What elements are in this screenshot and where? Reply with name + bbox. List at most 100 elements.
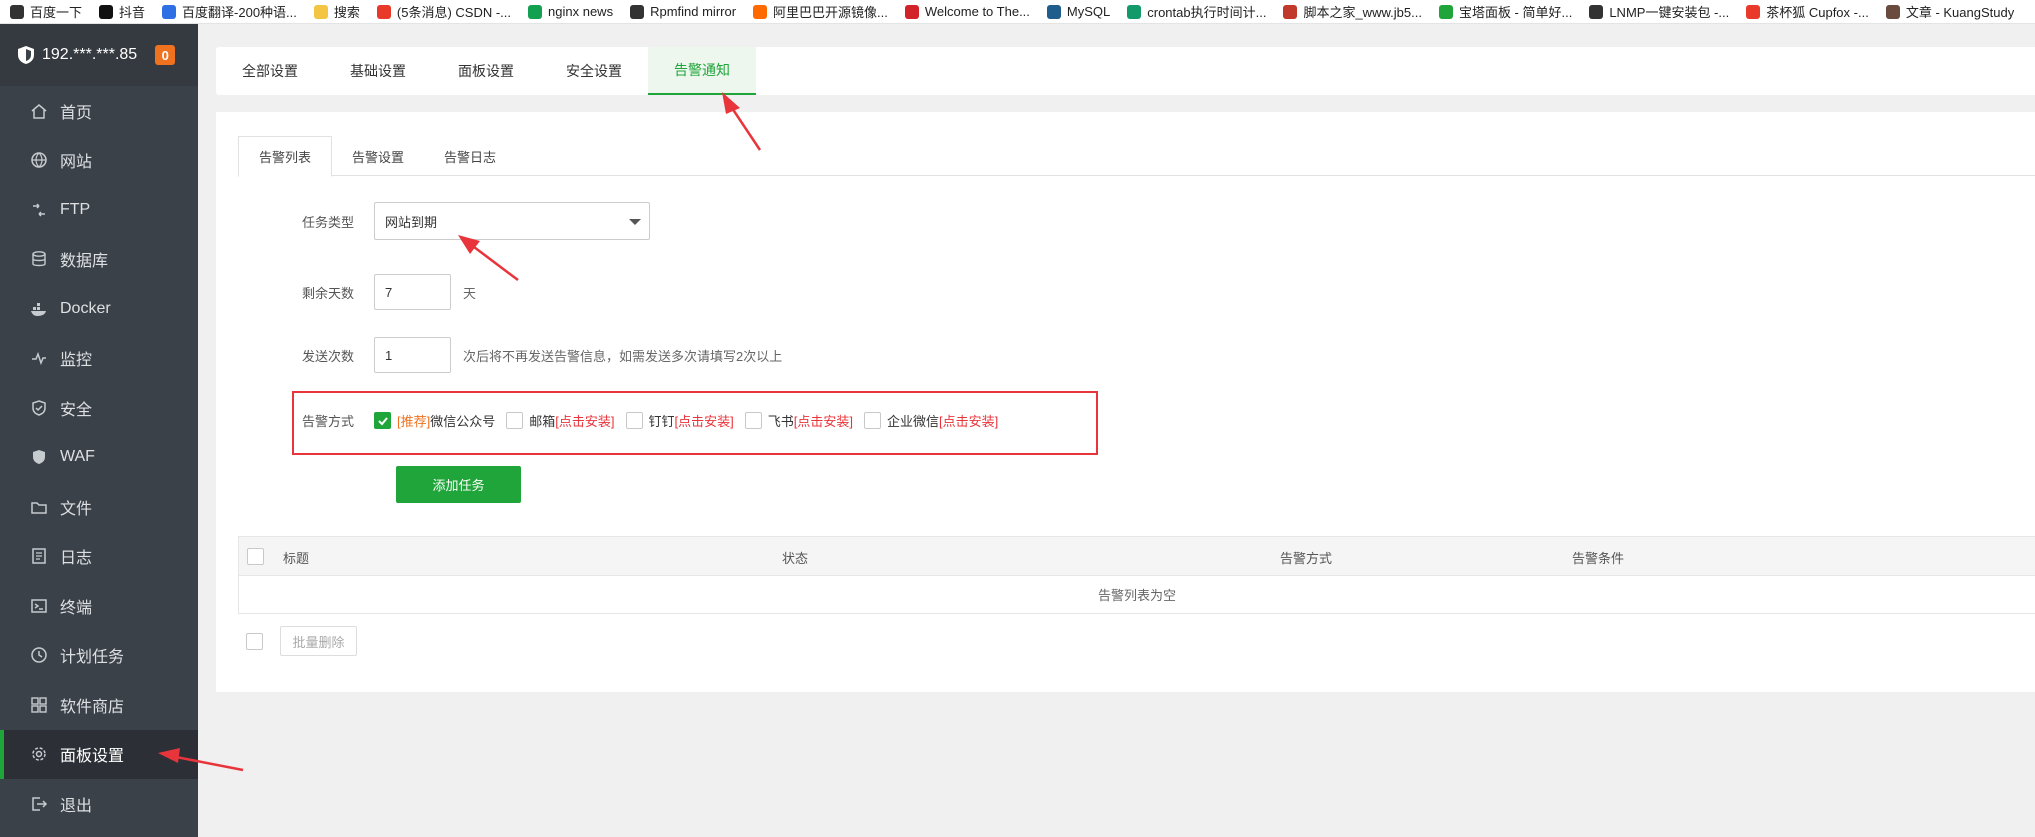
- bookmark-item[interactable]: LNMP一键安装包 -...: [1589, 2, 1729, 21]
- sidebar-item[interactable]: 数据库: [0, 235, 198, 285]
- add-task-button[interactable]: 添加任务: [396, 466, 521, 503]
- days-unit: 天: [463, 285, 477, 301]
- sidebar-item[interactable]: 文件: [0, 482, 198, 532]
- waf-icon: [30, 448, 48, 466]
- bookmark-label: Rpmfind mirror: [650, 4, 737, 19]
- install-link[interactable]: [点击安装]: [939, 411, 998, 430]
- install-link[interactable]: [点击安装]: [555, 411, 614, 430]
- sidebar-item[interactable]: 面板设置: [0, 729, 198, 779]
- bookmark-item[interactable]: 抖音: [99, 2, 145, 21]
- bulk-delete-button[interactable]: 批量删除: [280, 626, 357, 656]
- sidebar-item-label: 监控: [60, 352, 93, 370]
- sidebar-item[interactable]: 软件商店: [0, 680, 198, 730]
- task-type-row: 任务类型 网站到期: [216, 202, 650, 240]
- bookmark-item[interactable]: crontab执行时间计...: [1127, 2, 1266, 21]
- task-type-value: 网站到期: [385, 214, 438, 230]
- settings-tab[interactable]: 面板设置: [432, 47, 540, 95]
- sidebar-item[interactable]: FTP: [0, 185, 198, 235]
- bookmark-item[interactable]: Rpmfind mirror: [630, 4, 736, 19]
- sidebar-item[interactable]: Docker: [0, 284, 198, 334]
- sidebar-item[interactable]: 网站: [0, 136, 198, 186]
- alert-method-checkbox[interactable]: [374, 412, 391, 429]
- alert-method-checkbox[interactable]: [864, 412, 881, 429]
- feather-icon: [904, 4, 919, 19]
- bookmark-item[interactable]: 百度一下: [10, 2, 82, 21]
- server-header[interactable]: 192.***.***.85 0: [0, 24, 198, 86]
- bookmark-item[interactable]: 茶杯狐 Cupfox -...: [1746, 2, 1869, 21]
- bookmark-item[interactable]: 百度翻译-200种语...: [162, 2, 297, 21]
- bookmark-item[interactable]: 搜索: [313, 2, 360, 21]
- settings-tab[interactable]: 基础设置: [324, 47, 432, 95]
- alert-method-option[interactable]: 钉钉 [点击安装]: [625, 411, 734, 430]
- shield-icon: [30, 399, 48, 417]
- days-label: 剩余天数: [301, 285, 354, 301]
- bookmark-label: LNMP一键安装包 -...: [1609, 5, 1730, 20]
- folder-icon: [30, 498, 48, 516]
- cupfox-icon: [1746, 4, 1761, 19]
- sidebar-nav: 首页 网站 FTP 数据库 Docker 监控安全 WAF 文件 日志终端计划任务软件商店面板设…: [0, 86, 198, 829]
- install-link[interactable]: [点击安装]: [794, 411, 853, 430]
- sidebar-item-label: FTP: [60, 200, 91, 218]
- send-count-hint: 次后将不再发送告警信息，如需发送多次请填写2次以上: [463, 348, 783, 364]
- sidebar-item[interactable]: 日志: [0, 532, 198, 582]
- column-title: 标题: [283, 551, 310, 566]
- alert-panel: 告警列表 告警设置 告警日志 任务类型 网站到期 剩余天数 7 天 发送次数 1 次…: [216, 112, 2035, 692]
- select-all-checkbox[interactable]: [247, 548, 264, 565]
- sidebar-item[interactable]: 退出: [0, 779, 198, 829]
- bookmark-item[interactable]: nginx news: [528, 4, 613, 19]
- database-icon: [30, 250, 48, 268]
- sidebar-item[interactable]: 终端: [0, 581, 198, 631]
- bookmark-label: 茶杯狐 Cupfox -...: [1766, 5, 1869, 20]
- alert-method-option[interactable]: [推荐] 微信公众号: [374, 411, 495, 430]
- alert-method-option[interactable]: 飞书 [点击安装]: [744, 411, 853, 430]
- task-type-select[interactable]: 网站到期: [374, 202, 650, 240]
- bookmark-item[interactable]: 脚本之家_www.jb5...: [1283, 2, 1422, 21]
- sidebar-item-label: 软件商店: [60, 698, 125, 716]
- ftp-icon: [30, 201, 48, 219]
- alert-subtab[interactable]: 告警日志: [424, 136, 516, 176]
- bookmark-item[interactable]: MySQL: [1046, 4, 1110, 19]
- sidebar-item[interactable]: 监控: [0, 334, 198, 384]
- days-input[interactable]: 7: [374, 274, 451, 310]
- bookmark-label: Welcome to The...: [924, 4, 1030, 19]
- settings-tab[interactable]: 安全设置: [540, 47, 648, 95]
- bookmark-item[interactable]: (5条消息) CSDN -...: [376, 2, 511, 21]
- settings-tab[interactable]: 全部设置: [216, 47, 324, 95]
- folder-icon: [313, 4, 328, 19]
- alert-subtab[interactable]: 告警设置: [332, 136, 424, 176]
- sidebar-item[interactable]: WAF: [0, 433, 198, 483]
- bookmark-item[interactable]: 阿里巴巴开源镜像...: [753, 2, 888, 21]
- notification-badge[interactable]: 0: [155, 45, 176, 65]
- install-link[interactable]: [点击安装]: [675, 411, 734, 430]
- send-count-input[interactable]: 1: [374, 337, 451, 373]
- alert-method-checkbox[interactable]: [744, 412, 762, 429]
- alert-subtabs: 告警列表 告警设置 告警日志: [238, 136, 2035, 177]
- chevron-down-icon: [629, 219, 641, 225]
- recommended-tag: [推荐]: [397, 414, 431, 429]
- bookmark-item[interactable]: 宝塔面板 - 简单好...: [1438, 2, 1572, 21]
- bookmark-label: 文章 - KuangStudy: [1905, 5, 2015, 20]
- alert-method-checkbox[interactable]: [506, 412, 524, 429]
- alert-method-option[interactable]: 邮箱 [点击安装]: [506, 411, 615, 430]
- alert-method-options: [推荐] 微信公众号 邮箱 [点击安装] 钉钉 [点击安装] 飞书 [点击安装] 企业微信 [点击…: [374, 411, 1009, 430]
- monitor-icon: [30, 349, 48, 367]
- translate-icon: [162, 4, 177, 19]
- footer-select-checkbox[interactable]: [246, 632, 263, 650]
- sidebar-item[interactable]: 首页: [0, 86, 198, 136]
- bookmark-item[interactable]: 文章 - KuangStudy: [1885, 2, 2015, 21]
- alert-method-option[interactable]: 企业微信 [点击安装]: [864, 411, 998, 430]
- sidebar-item[interactable]: 计划任务: [0, 631, 198, 681]
- mysql-icon: [1046, 4, 1061, 19]
- bookmark-label: crontab执行时间计...: [1147, 5, 1267, 20]
- alert-subtab[interactable]: 告警列表: [238, 136, 333, 177]
- sidebar-item[interactable]: 安全: [0, 383, 198, 433]
- sidebar-item-label: 终端: [60, 599, 93, 617]
- settings-tab[interactable]: 告警通知: [648, 47, 756, 95]
- apps-icon: [30, 696, 48, 714]
- table-empty-message: 告警列表为空: [238, 576, 2035, 614]
- clock-icon: [30, 646, 48, 664]
- alert-method-label: 告警方式: [301, 414, 354, 429]
- bookmark-item[interactable]: Welcome to The...: [904, 4, 1030, 19]
- days-row: 剩余天数 7 天: [216, 274, 476, 310]
- alert-method-checkbox[interactable]: [625, 412, 643, 429]
